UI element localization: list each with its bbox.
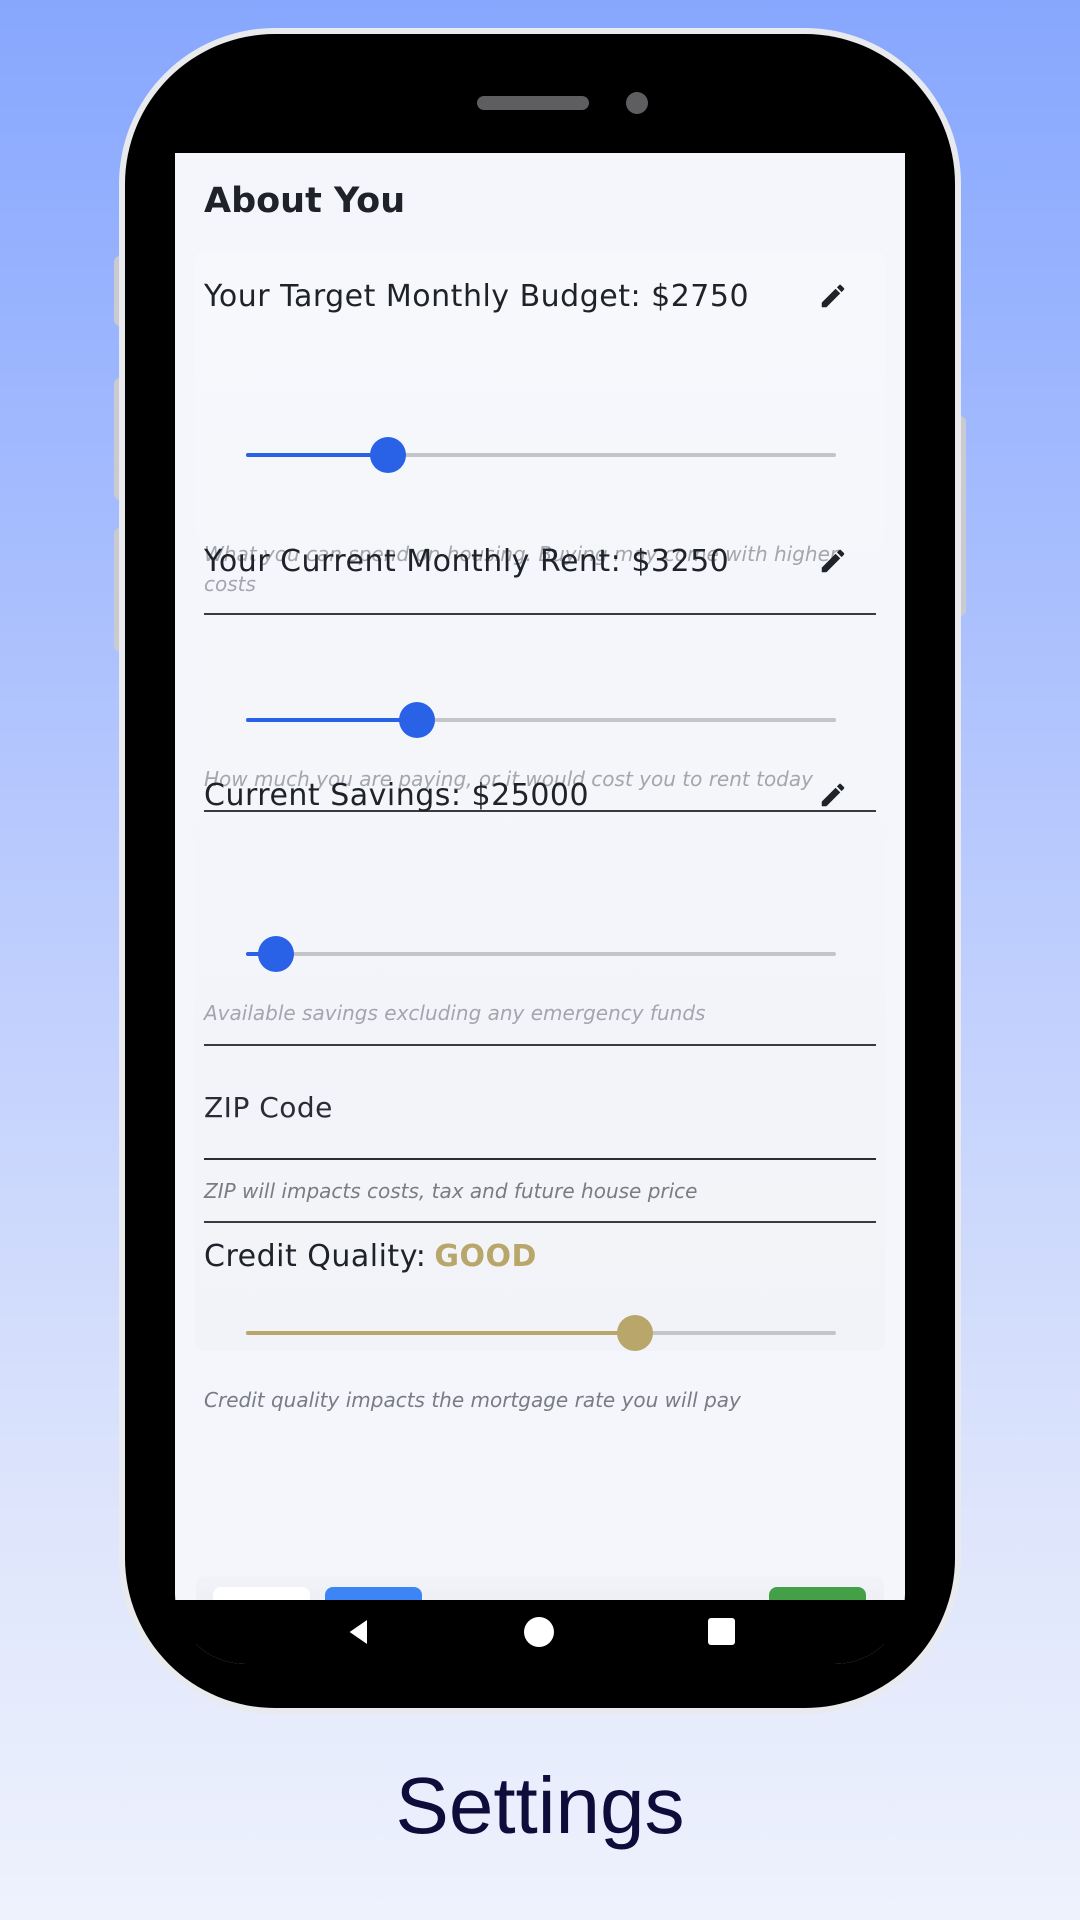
app-content: About You Your Target Monthly Budget: $2… xyxy=(175,153,905,1664)
credit-slider-thumb[interactable] xyxy=(617,1315,654,1351)
credit-value: GOOD xyxy=(434,1239,537,1274)
pencil-icon[interactable] xyxy=(818,281,848,311)
pencil-icon[interactable] xyxy=(818,546,848,576)
divider xyxy=(204,1221,876,1223)
system-home-icon[interactable] xyxy=(524,1617,554,1647)
pencil-icon[interactable] xyxy=(818,780,848,810)
rent-slider-fill xyxy=(246,718,418,722)
system-back-icon[interactable] xyxy=(343,1616,375,1648)
divider xyxy=(204,1044,876,1046)
budget-slider-fill xyxy=(246,453,388,457)
savings-slider[interactable] xyxy=(246,936,836,972)
rent-section: Your Current Monthly Rent: $3250 How muc… xyxy=(204,536,876,812)
credit-slider[interactable] xyxy=(246,1315,836,1351)
zip-input[interactable]: ZIP Code xyxy=(204,1091,333,1124)
credit-slider-fill xyxy=(246,1331,636,1335)
credit-section: Credit Quality: GOOD Credit quality impac… xyxy=(204,1231,876,1451)
budget-section: Your Target Monthly Budget: $2750 What y… xyxy=(204,271,876,615)
credit-label-text: Credit Quality: xyxy=(204,1239,427,1274)
phone-screen: About You Your Target Monthly Budget: $2… xyxy=(175,82,905,1664)
rent-label: Your Current Monthly Rent: $3250 xyxy=(204,544,730,579)
front-camera xyxy=(626,92,648,114)
zip-hint: ZIP will impacts costs, tax and future h… xyxy=(204,1179,698,1203)
rent-slider[interactable] xyxy=(246,702,836,738)
savings-label: Current Savings: $25000 xyxy=(204,778,590,813)
budget-label: Your Target Monthly Budget: $2750 xyxy=(204,279,750,314)
savings-hint: Available savings excluding any emergenc… xyxy=(204,1001,706,1025)
credit-label: Credit Quality: GOOD xyxy=(204,1239,537,1274)
savings-slider-thumb[interactable] xyxy=(257,936,294,972)
credit-hint: Credit quality impacts the mortgage rate… xyxy=(204,1388,741,1412)
notch xyxy=(335,82,755,140)
rent-slider-thumb[interactable] xyxy=(399,702,436,738)
system-navigation-bar xyxy=(175,1600,905,1664)
screen-caption: Settings xyxy=(395,1761,685,1850)
speaker xyxy=(477,96,589,110)
page-title: About You xyxy=(204,181,406,221)
system-recents-icon[interactable] xyxy=(708,1618,735,1645)
budget-slider-thumb[interactable] xyxy=(369,437,406,473)
savings-section: Current Savings: $25000 Available saving… xyxy=(204,770,876,1046)
zip-input-underline xyxy=(204,1158,876,1160)
phone-power-button xyxy=(954,416,966,616)
budget-slider[interactable] xyxy=(246,437,836,473)
